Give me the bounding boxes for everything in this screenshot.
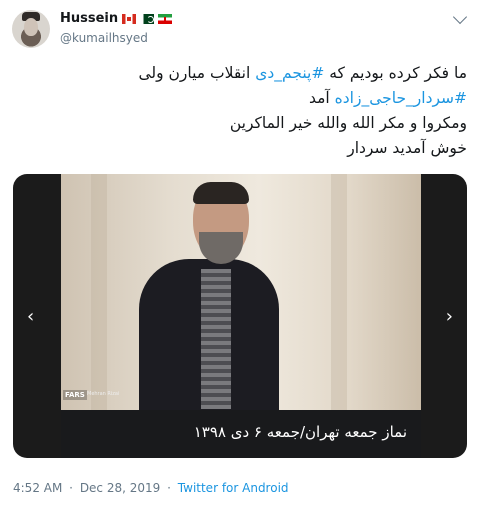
meta-separator: ·	[167, 481, 171, 495]
author-name-row[interactable]: Hussein	[60, 11, 173, 26]
author-name[interactable]: Hussein	[60, 11, 118, 26]
photo-person-hair	[193, 182, 249, 204]
avatar[interactable]	[12, 10, 50, 48]
media-caption: نماز جمعه تهران/جمعه ۶ دی ۱۳۹۸	[193, 423, 407, 441]
photo-person-shirt	[201, 269, 231, 409]
flag-pakistan-icon	[140, 13, 155, 24]
tweet-meta: 4:52 AM · Dec 28, 2019 · Twitter for And…	[13, 481, 289, 495]
tweet-source-link[interactable]: Twitter for Android	[178, 481, 289, 495]
flag-canada-icon	[122, 13, 137, 24]
tweet-line-3: ومکروا و مکر الله والله خیر الماکرین	[229, 114, 467, 132]
meta-separator: ·	[69, 481, 73, 495]
avatar-face	[24, 18, 38, 36]
photo-credit: Mehran Rizai	[87, 391, 120, 397]
tweet-time[interactable]: 4:52 AM	[13, 481, 62, 495]
tweet-line-2: #سردار_حاجی_زاده آمد	[17, 86, 467, 111]
tweet-date[interactable]: Dec 28, 2019	[80, 481, 160, 495]
photo-background-column	[331, 174, 347, 410]
fars-watermark: FARS	[63, 390, 87, 400]
photo-background-column	[91, 174, 107, 410]
chevron-left-icon[interactable]: ‹	[27, 308, 34, 326]
media-caption-bar: نماز جمعه تهران/جمعه ۶ دی ۱۳۹۸	[61, 410, 421, 458]
tweet-media[interactable]: FARS Mehran Rizai نماز جمعه تهران/جمعه ۶…	[13, 174, 467, 458]
tweet-line-1-suffix: انقلاب میارن ولی	[138, 64, 256, 82]
chevron-down-icon[interactable]	[452, 9, 468, 25]
chevron-right-icon[interactable]: ›	[446, 308, 453, 326]
hashtag-panjom-dey[interactable]: #پنجم_دی	[255, 64, 324, 82]
tweet-text: ما فکر کرده بودیم که #پنجم_دی انقلاب میا…	[17, 61, 467, 161]
tweet-line-4: خوش آمدید سردار	[347, 139, 467, 157]
tweet-card: Hussein @kumailhsyed ما فکر کرده بودیم ک…	[0, 0, 479, 509]
tweet-line-1-prefix: ما فکر کرده بودیم که	[324, 64, 467, 82]
media-photo[interactable]: FARS Mehran Rizai	[61, 174, 421, 429]
author-handle[interactable]: @kumailhsyed	[60, 31, 148, 45]
tweet-line-1: ما فکر کرده بودیم که #پنجم_دی انقلاب میا…	[17, 61, 467, 86]
flag-iran-icon	[158, 13, 173, 24]
tweet-line-2-suffix: آمد	[308, 89, 335, 107]
hashtag-sardar-hajizadeh[interactable]: #سردار_حاجی_زاده	[335, 89, 467, 107]
